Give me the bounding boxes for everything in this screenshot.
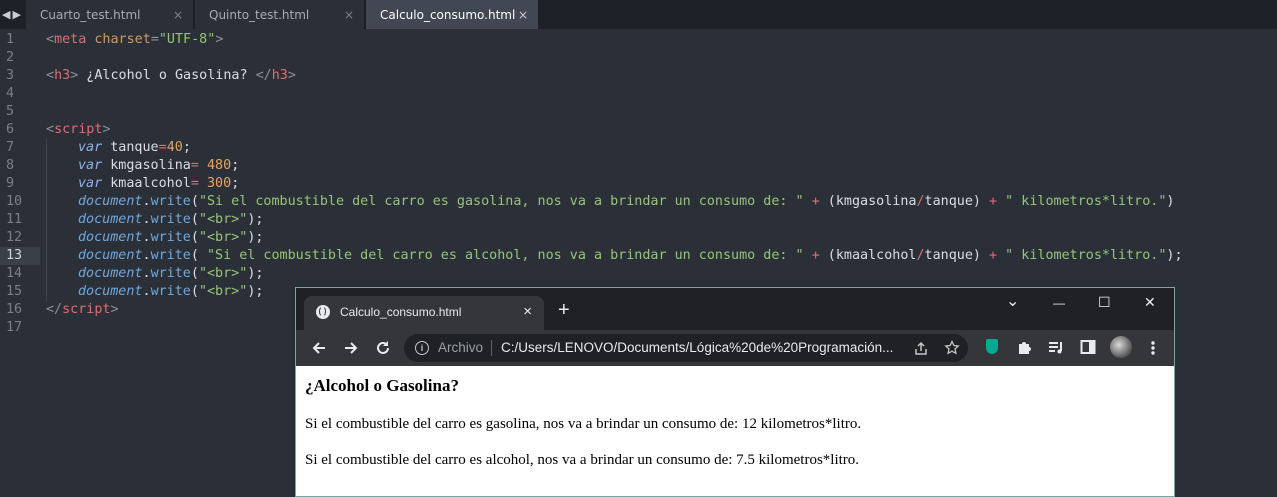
browser-tab-title: Calculo_consumo.html — [340, 305, 462, 319]
minimize-button[interactable]: — — [1053, 294, 1065, 312]
side-panel-icon[interactable] — [1080, 339, 1096, 355]
code-line[interactable]: 9 var kmaalcohol= 300; — [0, 175, 1277, 193]
browser-tab[interactable]: Calculo_consumo.html × — [304, 296, 544, 330]
close-tab-icon[interactable]: × — [173, 8, 183, 22]
tab-scroll-right-icon[interactable]: ▶ — [12, 8, 20, 21]
tab-search-dropdown-icon[interactable]: ⌄ — [1006, 293, 1019, 311]
close-tab-icon[interactable]: × — [523, 303, 532, 321]
browser-toolbar: i Archivo C:/Users/LENOVO/Documents/Lógi… — [296, 330, 1174, 366]
code-line[interactable]: 3 <h3> ¿Alcohol o Gasolina? </h3> — [0, 67, 1277, 85]
line-number: 6 — [6, 122, 15, 137]
code-line[interactable]: 5 — [0, 103, 1277, 121]
url-text[interactable]: C:/Users/LENOVO/Documents/Lógica%20de%20… — [501, 340, 893, 355]
scheme-label: Archivo — [438, 340, 484, 355]
address-separator — [491, 340, 492, 356]
line-number: 14 — [6, 266, 23, 281]
share-icon[interactable] — [913, 341, 929, 357]
line-number: 10 — [6, 194, 23, 209]
close-tab-icon[interactable]: × — [518, 8, 528, 22]
line-number: 12 — [6, 230, 23, 245]
line-number: 3 — [6, 68, 15, 83]
code-line[interactable]: 8 var kmgasolina= 480; — [0, 157, 1277, 175]
new-tab-button[interactable]: + — [558, 300, 570, 320]
result-line-alcohol: Si el combustible del carro es alcohol, … — [305, 452, 860, 468]
line-number: 13 — [0, 247, 40, 265]
editor-tab-label: Quinto_test.html — [209, 7, 310, 22]
maximize-button[interactable]: ☐ — [1098, 293, 1111, 311]
line-number: 9 — [6, 176, 15, 191]
page-heading: ¿Alcohol o Gasolina? — [305, 376, 459, 395]
tab-scroll-arrows[interactable]: ◀ ▶ — [0, 0, 28, 29]
forward-icon[interactable] — [342, 339, 360, 357]
line-number: 11 — [6, 212, 23, 227]
code-line[interactable]: 4 — [0, 85, 1277, 103]
line-number: 4 — [6, 86, 15, 101]
code-line[interactable]: 7 var tanque=40; — [0, 139, 1277, 157]
line-number: 8 — [6, 158, 15, 173]
line-number: 2 — [6, 50, 15, 65]
line-number: 5 — [6, 104, 15, 119]
back-icon[interactable] — [310, 339, 328, 357]
browser-window: Calculo_consumo.html × + ⌄ — ☐ ✕ i Archi… — [295, 287, 1175, 497]
line-number: 16 — [6, 302, 23, 317]
close-tab-icon[interactable]: × — [344, 8, 354, 22]
code-line[interactable]: 2 — [0, 49, 1277, 67]
editor-tab-calculo-consumo[interactable]: Calculo_consumo.html × — [366, 0, 538, 29]
line-number: 7 — [6, 140, 15, 155]
close-window-button[interactable]: ✕ — [1144, 293, 1156, 311]
code-line[interactable]: 10 document.write("Si el combustible del… — [0, 193, 1277, 211]
editor-tab-label: Calculo_consumo.html — [380, 7, 516, 22]
line-number: 17 — [6, 320, 23, 335]
address-bar[interactable]: i Archivo C:/Users/LENOVO/Documents/Lógi… — [404, 334, 968, 362]
code-line[interactable]: 11 document.write("<br>"); — [0, 211, 1277, 229]
browser-tab-strip: Calculo_consumo.html × + ⌄ — ☐ ✕ — [296, 288, 1174, 330]
tab-scroll-left-icon[interactable]: ◀ — [2, 8, 10, 21]
editor-tab-label: Cuarto_test.html — [40, 7, 141, 22]
editor-tab-bar: ◀ ▶ Cuarto_test.html × Quinto_test.html … — [0, 0, 1277, 29]
line-number: 1 — [6, 32, 15, 47]
code-line[interactable]: 1 <meta charset="UTF-8"> — [0, 31, 1277, 49]
line-number: 15 — [6, 284, 23, 299]
code-line[interactable]: 6 <script> — [0, 121, 1277, 139]
editor-tab-cuarto-test[interactable]: Cuarto_test.html × — [26, 0, 194, 29]
code-line[interactable]: 14 document.write("<br>"); — [0, 265, 1277, 283]
editor-tab-quinto-test[interactable]: Quinto_test.html × — [195, 0, 365, 29]
code-line[interactable]: 12 document.write("<br>"); — [0, 229, 1277, 247]
code-line-current[interactable]: 13 document.write( "Si el combustible de… — [0, 247, 1277, 265]
info-icon[interactable]: i — [415, 341, 429, 355]
globe-icon — [316, 305, 330, 319]
bookmark-star-icon[interactable] — [944, 340, 960, 356]
media-queue-icon[interactable] — [1047, 339, 1065, 356]
reload-icon[interactable] — [374, 339, 392, 357]
extensions-puzzle-icon[interactable] — [1016, 339, 1033, 356]
result-line-gasolina: Si el combustible del carro es gasolina,… — [305, 416, 862, 432]
menu-kebab-icon[interactable] — [1148, 339, 1158, 357]
shield-extension-icon[interactable] — [986, 339, 998, 354]
profile-avatar[interactable] — [1110, 336, 1132, 358]
